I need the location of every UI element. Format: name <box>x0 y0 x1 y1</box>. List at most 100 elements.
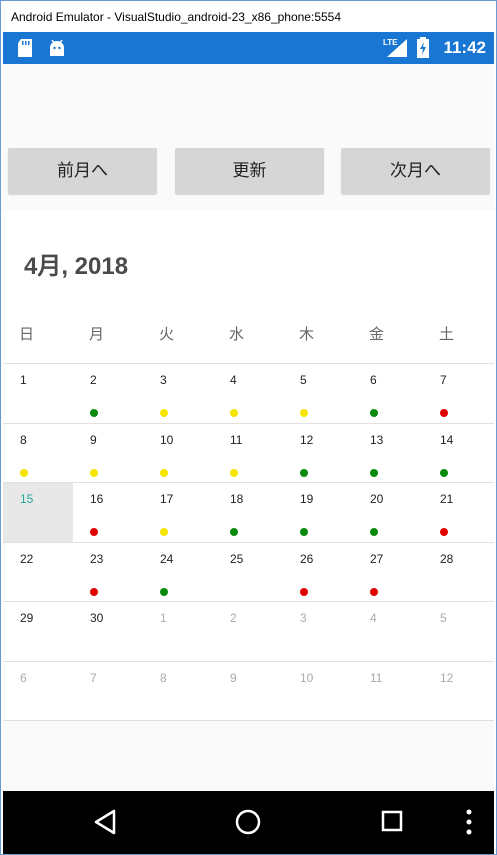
day-cell[interactable]: 8 <box>143 662 213 721</box>
event-dot-yellow <box>230 409 238 417</box>
app-content: 前月へ 更新 次月へ 4月, 2018 日月火水木金土 1 2 3 4 5 6 7 8 9 10 1… <box>3 64 494 791</box>
day-cell[interactable]: 24 <box>143 543 213 602</box>
event-dot-green <box>370 468 378 477</box>
home-icon[interactable] <box>235 809 261 835</box>
day-cell[interactable]: 6 <box>353 364 423 423</box>
window-titlebar[interactable]: Android Emulator - VisualStudio_android-… <box>1 1 496 32</box>
day-number: 24 <box>160 551 174 566</box>
event-dot-yellow <box>160 468 168 477</box>
day-number: 9 <box>230 670 237 685</box>
day-cell[interactable]: 4 <box>213 364 283 423</box>
day-cell[interactable]: 30 <box>73 602 143 661</box>
day-number: 8 <box>160 670 167 685</box>
event-dot-green <box>90 409 98 417</box>
more-options-icon[interactable] <box>466 809 472 835</box>
day-number: 3 <box>160 373 167 387</box>
refresh-button[interactable]: 更新 <box>175 148 324 194</box>
event-dot-green <box>230 528 238 536</box>
day-cell[interactable]: 9 <box>73 424 143 483</box>
day-cell[interactable]: 2 <box>73 364 143 423</box>
day-cell[interactable]: 5 <box>423 602 493 661</box>
day-cell[interactable]: 11 <box>213 424 283 483</box>
day-cell[interactable]: 6 <box>3 662 73 721</box>
day-cell[interactable]: 10 <box>143 424 213 483</box>
weekday-label: 土 <box>439 325 455 343</box>
recents-icon[interactable] <box>381 810 403 832</box>
month-title: 4月, 2018 <box>24 253 129 280</box>
day-number: 29 <box>20 611 34 625</box>
day-cell[interactable]: 13 <box>353 424 423 483</box>
day-cell[interactable]: 14 <box>423 424 493 483</box>
day-cell[interactable]: 20 <box>353 483 423 542</box>
event-dot-yellow <box>20 468 28 477</box>
day-cell[interactable]: 3 <box>283 602 353 661</box>
day-cell[interactable]: 25 <box>213 543 283 602</box>
day-cell[interactable]: 19 <box>283 483 353 542</box>
day-number: 16 <box>90 492 104 506</box>
day-number: 27 <box>370 551 384 566</box>
day-number: 17 <box>160 492 174 506</box>
day-cell[interactable]: 4 <box>353 602 423 661</box>
day-cell[interactable]: 23 <box>73 543 143 602</box>
day-cell[interactable]: 12 <box>423 662 493 721</box>
day-cell-today[interactable]: 15 <box>3 483 73 542</box>
event-dot-green <box>300 468 308 477</box>
day-cell[interactable]: 12 <box>283 424 353 483</box>
day-cell[interactable]: 29 <box>3 602 73 661</box>
day-number: 5 <box>440 611 447 625</box>
weekday-label: 火 <box>159 325 175 343</box>
day-cell[interactable]: 8 <box>3 424 73 483</box>
event-dot-green <box>300 528 308 536</box>
event-dot-red <box>440 528 448 536</box>
day-cell[interactable]: 27 <box>353 543 423 602</box>
day-cell[interactable]: 21 <box>423 483 493 542</box>
day-cell[interactable]: 9 <box>213 662 283 721</box>
day-cell[interactable]: 16 <box>73 483 143 542</box>
back-icon[interactable] <box>93 809 117 835</box>
day-number: 23 <box>90 551 104 566</box>
day-cell[interactable]: 5 <box>283 364 353 423</box>
event-dot-yellow <box>160 409 168 417</box>
day-number: 8 <box>20 432 27 447</box>
row-divider <box>3 720 494 721</box>
day-number: 7 <box>440 373 447 387</box>
day-cell[interactable]: 1 <box>143 602 213 661</box>
day-number: 9 <box>90 432 97 447</box>
status-clock: 11:42 <box>443 38 486 57</box>
day-number: 19 <box>300 492 314 506</box>
day-number: 3 <box>300 611 307 625</box>
day-cell[interactable]: 1 <box>3 364 73 423</box>
prev-month-button[interactable]: 前月へ <box>8 148 157 194</box>
day-cell[interactable]: 11 <box>353 662 423 721</box>
day-cell[interactable]: 7 <box>73 662 143 721</box>
sd-card-icon <box>18 39 32 57</box>
day-number: 10 <box>300 670 314 685</box>
window-title: Android Emulator - VisualStudio_android-… <box>11 10 342 24</box>
day-cell[interactable]: 7 <box>423 364 493 423</box>
day-number: 4 <box>370 611 377 625</box>
day-cell[interactable]: 26 <box>283 543 353 602</box>
day-cell[interactable]: 10 <box>283 662 353 721</box>
day-number: 13 <box>370 432 384 447</box>
day-cell[interactable]: 3 <box>143 364 213 423</box>
event-dot-green <box>160 587 168 596</box>
next-month-button[interactable]: 次月へ <box>341 148 490 194</box>
day-number: 15 <box>20 492 34 506</box>
day-number: 7 <box>90 670 97 685</box>
day-cell[interactable]: 2 <box>213 602 283 661</box>
android-nav-bar <box>3 791 494 854</box>
emulator-window: Android Emulator - VisualStudio_android-… <box>0 0 497 855</box>
weekday-label: 金 <box>369 325 385 343</box>
day-cell[interactable]: 17 <box>143 483 213 542</box>
weekday-label: 木 <box>299 325 315 343</box>
day-number: 12 <box>300 432 314 447</box>
day-number: 1 <box>20 373 27 387</box>
event-dot-green <box>370 409 378 417</box>
day-cell[interactable]: 28 <box>423 543 493 602</box>
day-cell[interactable]: 18 <box>213 483 283 542</box>
day-number: 5 <box>300 373 307 387</box>
day-number: 14 <box>440 432 454 447</box>
day-cell[interactable]: 22 <box>3 543 73 602</box>
android-status-bar: LTE 11:42 <box>3 32 494 64</box>
event-dot-red <box>440 409 448 417</box>
